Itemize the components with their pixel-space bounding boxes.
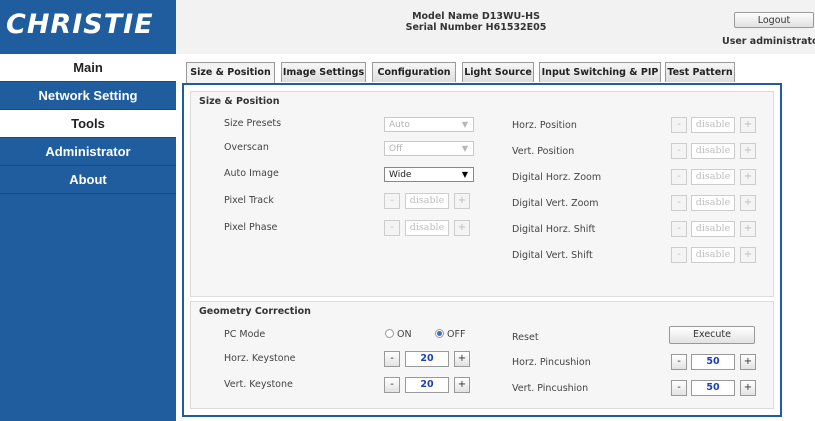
header-bar: Model Name D13WU-HS Serial Number H61532… [176, 0, 815, 55]
digital-vert-zoom-value: disable [691, 195, 735, 211]
sidebar-item-tools[interactable]: Tools [0, 110, 176, 138]
chevron-down-icon: ▼ [461, 170, 468, 179]
size-presets-label: Size Presets [224, 118, 282, 129]
vert-position-minus-button[interactable]: - [671, 143, 687, 159]
horz-keystone-value[interactable]: 20 [405, 351, 449, 367]
digital-horz-zoom-minus-button[interactable]: - [671, 169, 687, 185]
main-content: Size & Position Image Settings Configura… [176, 54, 815, 421]
digital-horz-shift-plus-button[interactable]: + [740, 221, 756, 237]
digital-vert-zoom-plus-button[interactable]: + [740, 195, 756, 211]
vert-keystone-minus-button[interactable]: - [384, 377, 400, 393]
pixel-phase-label: Pixel Phase [224, 222, 278, 233]
digital-vert-zoom-minus-button[interactable]: - [671, 195, 687, 211]
auto-image-label: Auto Image [224, 168, 279, 179]
horz-position-value: disable [691, 117, 735, 133]
pc-mode-on-radio[interactable]: ON [385, 329, 412, 340]
sidebar-item-about[interactable]: About [0, 166, 176, 194]
digital-horz-zoom-label: Digital Horz. Zoom [512, 172, 602, 183]
sidebar: Main Network Setting Tools Administrator… [0, 54, 176, 421]
vert-pincushion-minus-button[interactable]: - [671, 380, 687, 396]
digital-horz-shift-label: Digital Horz. Shift [512, 224, 596, 235]
logo-text: CHRISTIE [6, 9, 154, 40]
tab-image-settings[interactable]: Image Settings [281, 62, 366, 82]
pc-mode-off-radio[interactable]: OFF [435, 329, 465, 340]
overscan-label: Overscan [224, 142, 269, 153]
digital-vert-shift-label: Digital Vert. Shift [512, 250, 593, 261]
tab-light-source[interactable]: Light Source [462, 62, 534, 82]
size-presets-select[interactable]: Auto ▼ [384, 117, 474, 132]
pixel-phase-value: disable [405, 220, 449, 236]
horz-position-plus-button[interactable]: + [740, 117, 756, 133]
horz-pincushion-label: Horz. Pincushion [512, 357, 591, 368]
pixel-track-plus-button[interactable]: + [454, 193, 470, 209]
sidebar-item-administrator[interactable]: Administrator [0, 138, 176, 166]
horz-pincushion-plus-button[interactable]: + [740, 354, 756, 370]
pixel-track-label: Pixel Track [224, 195, 274, 206]
digital-vert-shift-value: disable [691, 247, 735, 263]
vert-pincushion-plus-button[interactable]: + [740, 380, 756, 396]
geometry-correction-group: Geometry Correction PC Mode ON OFF Reset… [190, 301, 774, 409]
vert-position-value: disable [691, 143, 735, 159]
vert-position-plus-button[interactable]: + [740, 143, 756, 159]
christie-logo: CHRISTIE [0, 0, 176, 54]
sidebar-item-network-setting[interactable]: Network Setting [0, 82, 176, 110]
horz-pincushion-minus-button[interactable]: - [671, 354, 687, 370]
tab-input-switching-pip[interactable]: Input Switching & PIP [539, 62, 661, 82]
user-label: User administrato [722, 36, 815, 47]
digital-horz-zoom-value: disable [691, 169, 735, 185]
size-position-group: Size & Position Size Presets Auto ▼ Overs… [190, 91, 774, 297]
logout-button[interactable]: Logout [734, 12, 814, 28]
horz-keystone-plus-button[interactable]: + [454, 351, 470, 367]
radio-off-icon [385, 329, 394, 338]
digital-vert-shift-plus-button[interactable]: + [740, 247, 756, 263]
chevron-down-icon: ▼ [461, 144, 468, 153]
vert-keystone-plus-button[interactable]: + [454, 377, 470, 393]
overscan-value: Off [389, 144, 403, 154]
digital-vert-zoom-label: Digital Vert. Zoom [512, 198, 599, 209]
vert-pincushion-value[interactable]: 50 [691, 380, 735, 396]
vert-keystone-label: Vert. Keystone [224, 379, 293, 390]
digital-horz-zoom-plus-button[interactable]: + [740, 169, 756, 185]
horz-keystone-label: Horz. Keystone [224, 353, 296, 364]
pc-mode-off-label: OFF [447, 329, 466, 340]
pc-mode-on-label: ON [397, 329, 412, 340]
horz-pincushion-value[interactable]: 50 [691, 354, 735, 370]
horz-keystone-minus-button[interactable]: - [384, 351, 400, 367]
vert-pincushion-label: Vert. Pincushion [512, 383, 589, 394]
size-position-title: Size & Position [199, 96, 280, 107]
radio-selected-icon [435, 329, 444, 338]
horz-position-minus-button[interactable]: - [671, 117, 687, 133]
pixel-phase-minus-button[interactable]: - [384, 220, 400, 236]
pixel-phase-plus-button[interactable]: + [454, 220, 470, 236]
pixel-track-value: disable [405, 193, 449, 209]
serial-number: Serial Number H61532E05 [405, 22, 547, 33]
vert-position-label: Vert. Position [512, 146, 575, 157]
tab-configuration[interactable]: Configuration [372, 62, 456, 82]
device-info: Model Name D13WU-HS Serial Number H61532… [366, 11, 586, 33]
digital-horz-shift-value: disable [691, 221, 735, 237]
reset-label: Reset [512, 332, 539, 343]
vert-keystone-value[interactable]: 20 [405, 377, 449, 393]
pixel-track-minus-button[interactable]: - [384, 193, 400, 209]
auto-image-select[interactable]: Wide ▼ [384, 167, 474, 182]
tab-test-pattern[interactable]: Test Pattern [665, 62, 735, 82]
digital-vert-shift-minus-button[interactable]: - [671, 247, 687, 263]
pc-mode-label: PC Mode [224, 329, 266, 340]
digital-horz-shift-minus-button[interactable]: - [671, 221, 687, 237]
chevron-down-icon: ▼ [461, 120, 468, 129]
horz-position-label: Horz. Position [512, 120, 577, 131]
size-presets-value: Auto [389, 120, 410, 130]
execute-button[interactable]: Execute [669, 326, 755, 344]
tab-size-position[interactable]: Size & Position [186, 62, 275, 84]
sidebar-item-main[interactable]: Main [0, 54, 176, 82]
model-name: Model Name D13WU-HS [412, 11, 540, 22]
geometry-correction-title: Geometry Correction [199, 306, 311, 317]
overscan-select[interactable]: Off ▼ [384, 141, 474, 156]
auto-image-value: Wide [389, 170, 412, 180]
settings-panel: Size & Position Size Presets Auto ▼ Overs… [182, 83, 782, 417]
